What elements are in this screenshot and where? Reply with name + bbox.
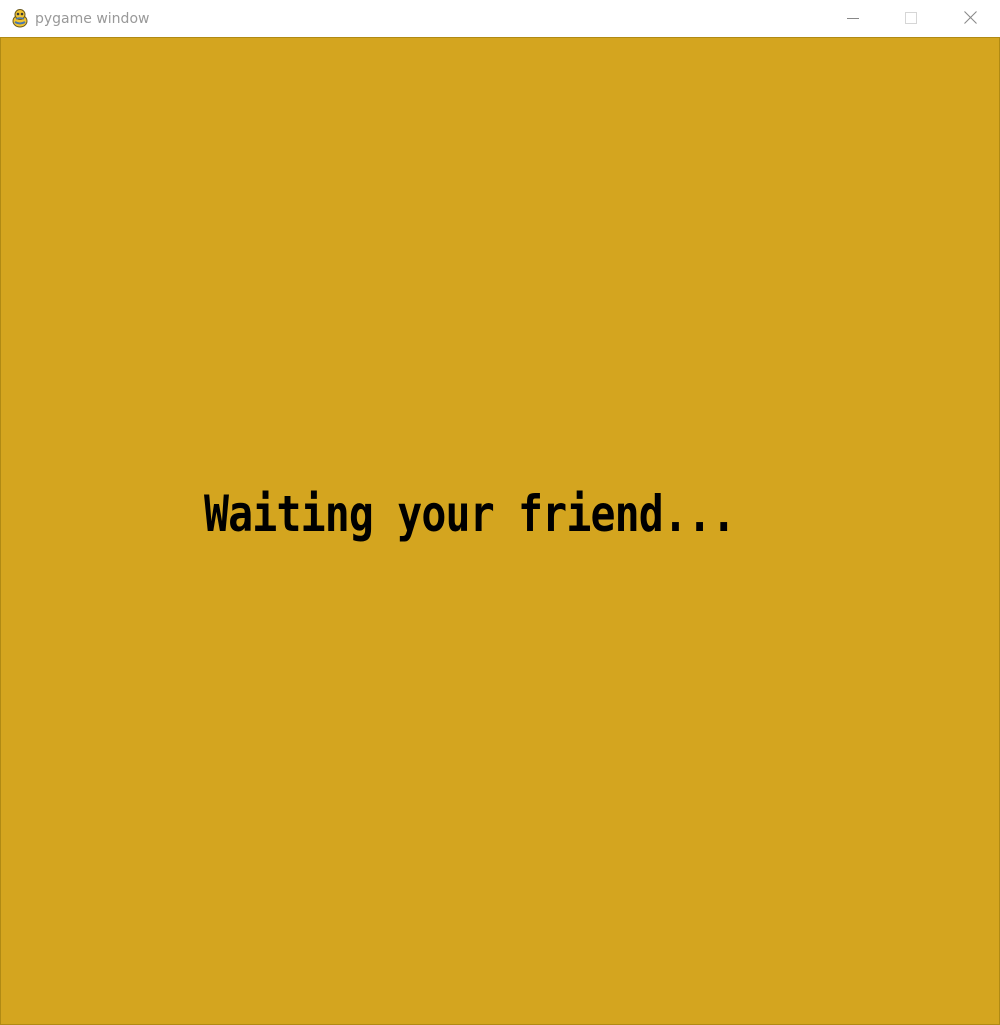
minimize-button[interactable] [824,0,882,37]
close-button[interactable] [941,0,999,37]
close-icon [963,9,977,28]
minimize-icon [847,9,859,28]
waiting-status-text: Waiting your friend... [204,485,736,543]
pygame-snake-icon [11,8,29,28]
game-canvas[interactable]: Waiting your friend... [0,38,1000,1025]
maximize-button[interactable] [882,0,940,37]
title-bar[interactable]: pygame window [0,0,1000,38]
maximize-icon [905,9,917,28]
window-title: pygame window [35,11,150,27]
pygame-window: pygame window Waiting your friend... [0,0,1000,1025]
